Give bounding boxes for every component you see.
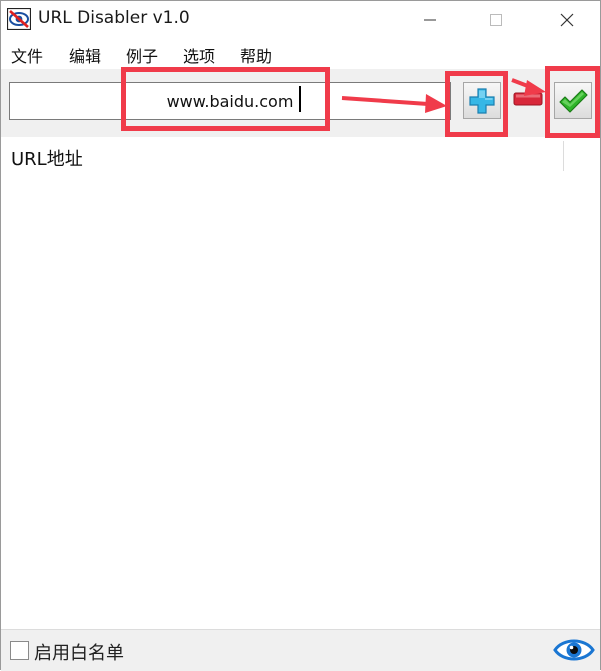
remove-url-button[interactable] — [512, 85, 544, 113]
menu-edit[interactable]: 编辑 — [69, 43, 101, 67]
add-url-button[interactable] — [463, 82, 501, 119]
plus-icon — [469, 87, 495, 114]
close-icon — [560, 13, 574, 27]
maximize-button[interactable] — [473, 1, 519, 39]
whitelist-checkbox[interactable] — [10, 641, 29, 660]
menu-options[interactable]: 选项 — [183, 43, 215, 67]
apply-button[interactable] — [554, 82, 592, 119]
eye-icon[interactable] — [553, 636, 595, 664]
url-list[interactable] — [1, 173, 600, 629]
minimize-icon — [424, 19, 436, 21]
url-input[interactable] — [9, 82, 451, 120]
column-divider[interactable] — [563, 141, 564, 171]
status-bar: 启用白名单 — [1, 629, 600, 671]
menu-help[interactable]: 帮助 — [240, 43, 272, 67]
minus-icon — [513, 92, 543, 106]
eye-slash-icon — [6, 7, 32, 31]
minimize-button[interactable] — [407, 1, 453, 39]
menu-bar: 文件 编辑 例子 选项 帮助 — [1, 39, 600, 69]
column-header-url[interactable]: URL地址 — [11, 145, 83, 171]
maximize-icon — [490, 14, 502, 26]
window-title: URL Disabler v1.0 — [38, 8, 190, 28]
checkmark-icon — [559, 88, 588, 113]
menu-file[interactable]: 文件 — [11, 43, 43, 67]
whitelist-label[interactable]: 启用白名单 — [34, 639, 124, 665]
menu-examples[interactable]: 例子 — [126, 43, 158, 67]
close-button[interactable] — [544, 1, 590, 39]
title-bar[interactable]: URL Disabler v1.0 — [1, 1, 600, 39]
text-caret — [299, 86, 301, 112]
list-header: URL地址 — [1, 137, 600, 173]
app-window: URL Disabler v1.0 文件 编辑 例子 选项 帮助 www.bai… — [0, 0, 601, 671]
